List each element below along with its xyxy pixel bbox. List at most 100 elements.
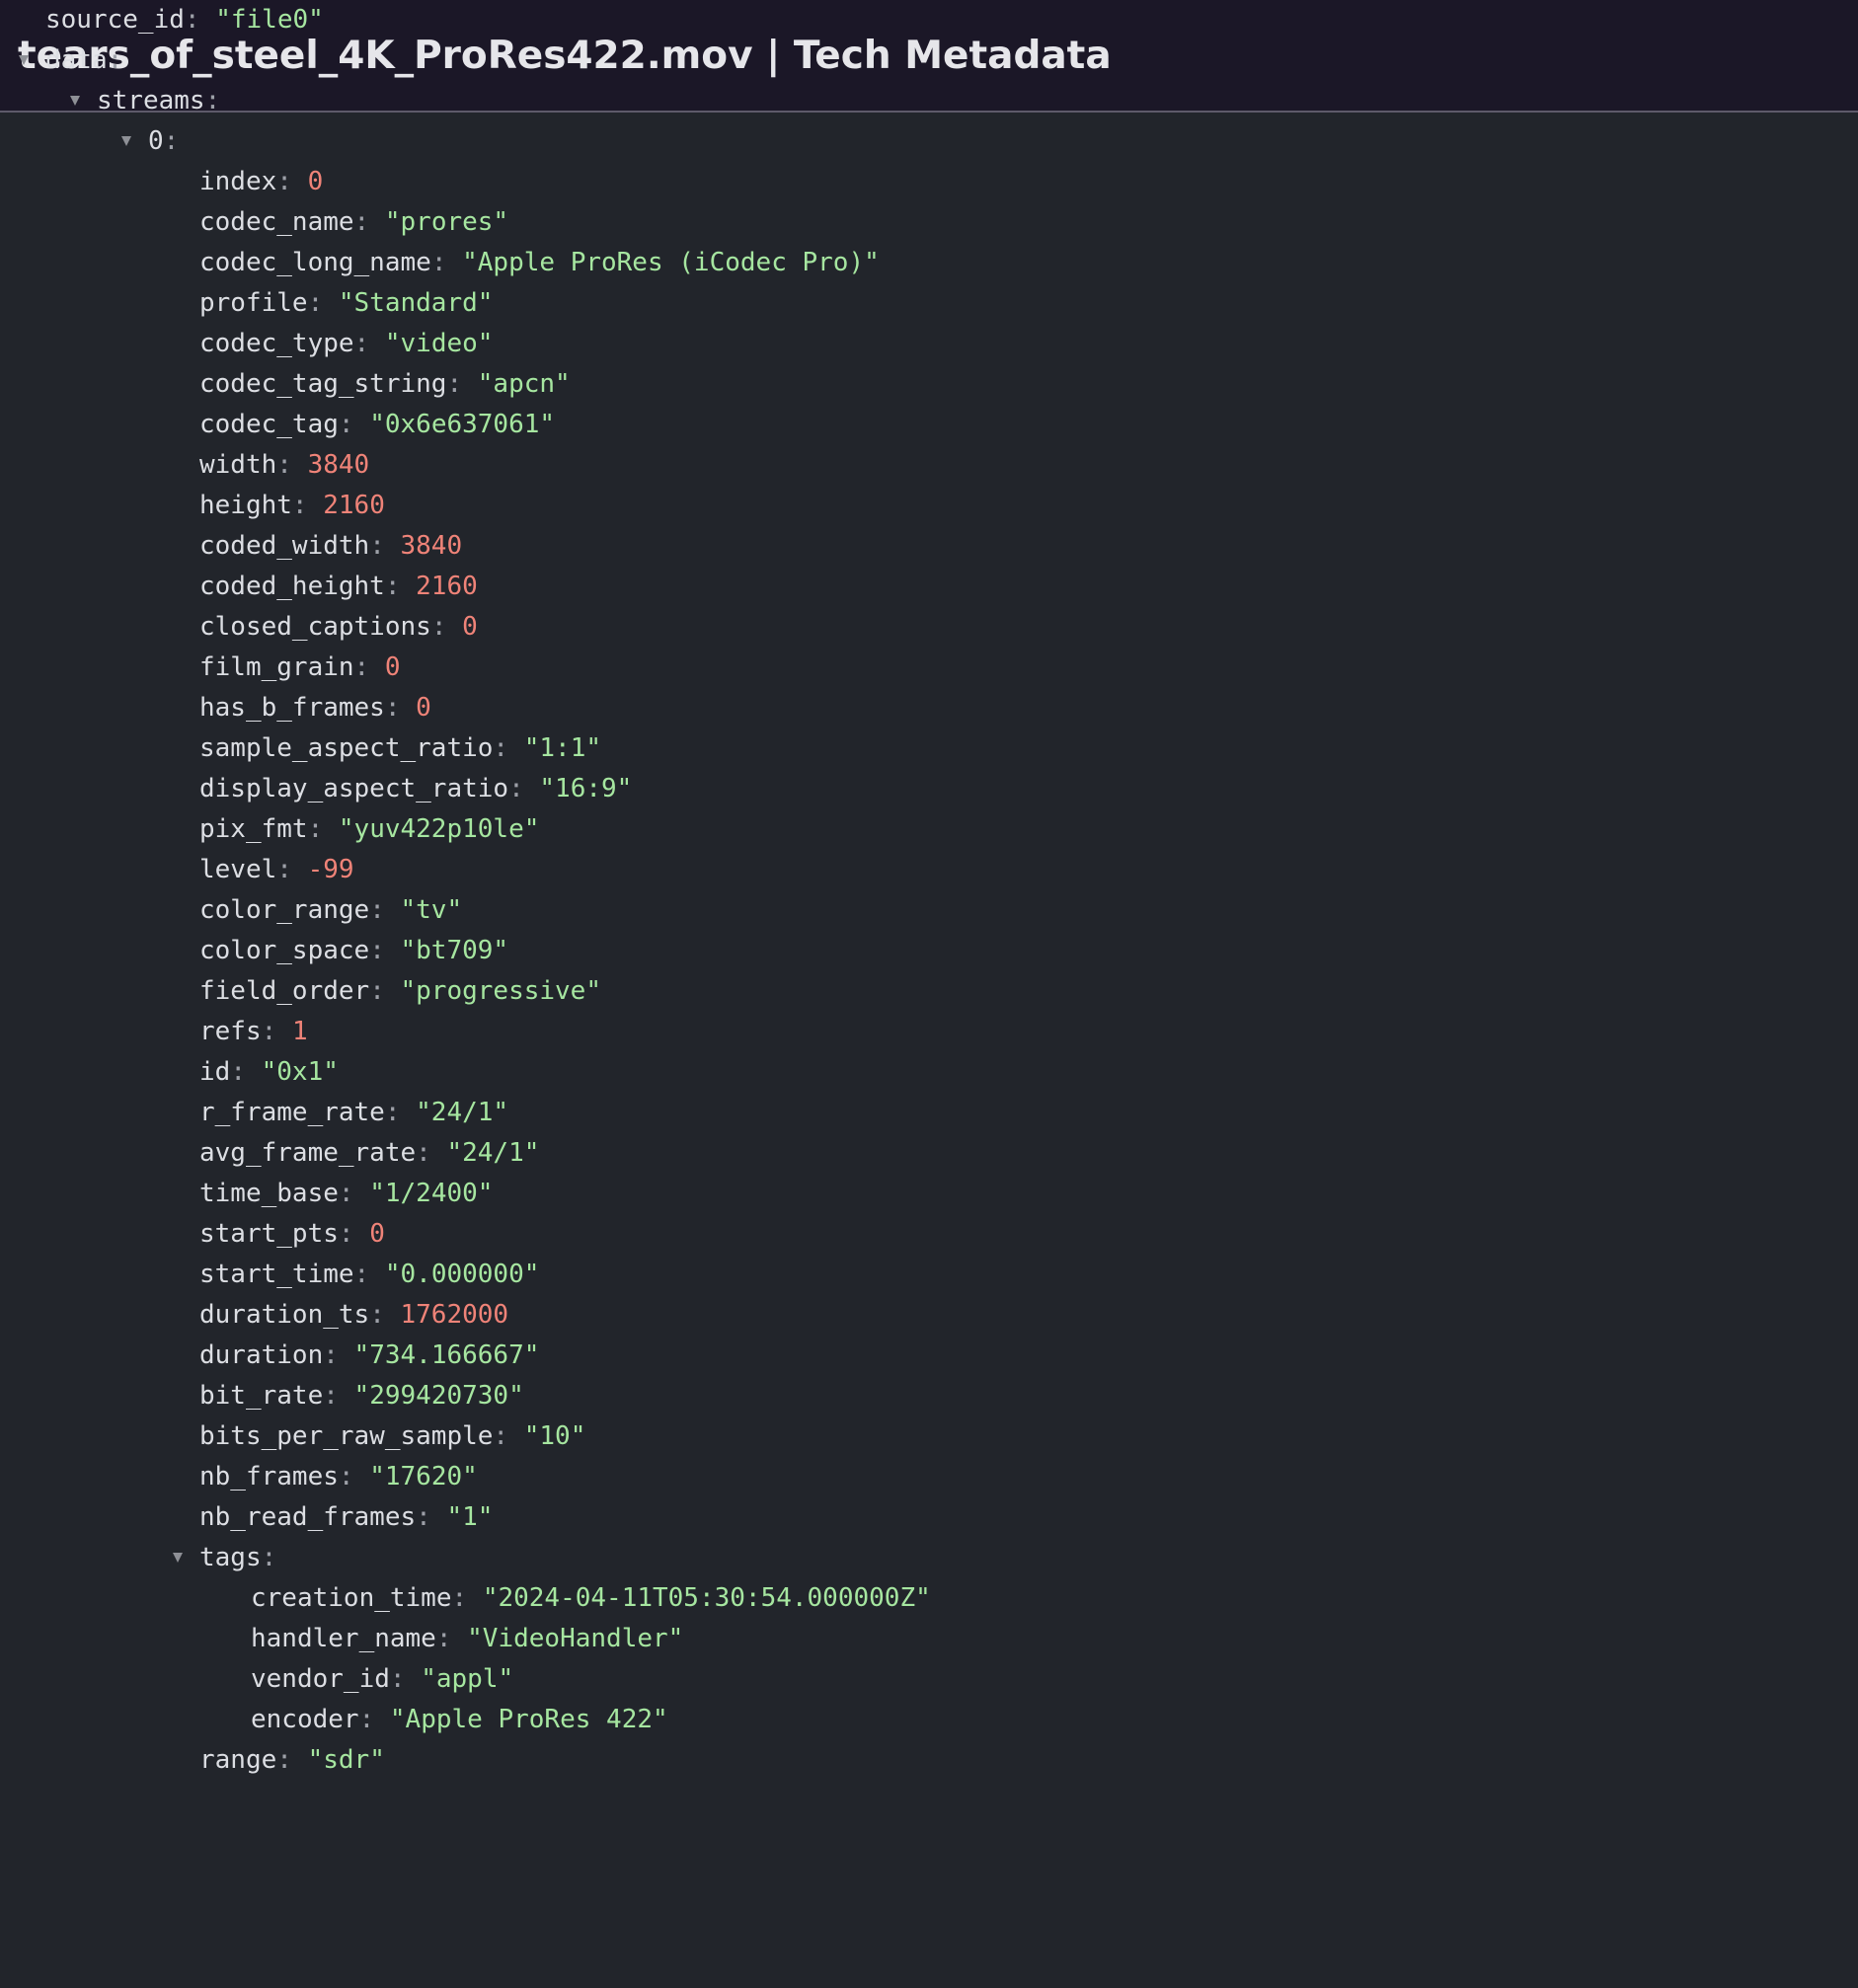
tree-row: codec_tag_string: "apcn" — [199, 364, 571, 405]
tree-key: codec_tag — [199, 410, 339, 439]
caret-down-icon[interactable] — [173, 1553, 183, 1563]
string-value: "sdr" — [307, 1745, 385, 1775]
tree-row: codec_tag: "0x6e637061" — [199, 405, 555, 445]
tree-row: height: 2160 — [199, 486, 385, 526]
tree-key: vendor_id — [251, 1664, 390, 1694]
tree-colon: : — [369, 531, 385, 561]
tree-key: tags — [199, 1543, 262, 1572]
string-value: "prores" — [384, 207, 509, 237]
tree-colon: : — [276, 450, 292, 480]
tree-node[interactable]: 0: — [121, 121, 180, 162]
string-value: "299420730" — [353, 1381, 524, 1411]
tree-key: profile — [199, 288, 308, 318]
caret-down-icon[interactable] — [70, 96, 80, 106]
tree-row: film_grain: 0 — [199, 648, 401, 688]
number-value: 0 — [462, 612, 478, 642]
tree-row: level: -99 — [199, 850, 354, 890]
number-value: 1762000 — [400, 1300, 509, 1330]
tree-row: codec_long_name: "Apple ProRes (iCodec P… — [199, 243, 880, 283]
number-value: 2160 — [416, 572, 478, 601]
tree-row: closed_captions: 0 — [199, 607, 478, 648]
string-value: "2024-04-11T05:30:54.000000Z" — [482, 1583, 931, 1613]
tree-key: coded_width — [199, 531, 370, 561]
string-value: "VideoHandler" — [467, 1624, 684, 1653]
number-value: 0 — [307, 167, 324, 196]
number-value: 3840 — [400, 531, 463, 561]
number-value: -99 — [307, 855, 354, 884]
string-value: "yuv422p10le" — [338, 814, 540, 844]
tree-colon: : — [384, 572, 401, 601]
tree-colon: : — [323, 1381, 339, 1411]
metadata-tree: source_id: "file0" data: streams: 0: index: … — [0, 5, 1858, 1775]
tree-key: codec_long_name — [199, 248, 431, 277]
string-value: "bt709" — [400, 936, 509, 965]
tree-key: pix_fmt — [199, 814, 308, 844]
tree-colon: : — [107, 45, 123, 75]
tree-colon: : — [416, 1502, 431, 1532]
string-value: "Standard" — [338, 288, 494, 318]
tree-row: sample_aspect_ratio: "1:1" — [199, 728, 601, 769]
tree-key: color_space — [199, 936, 370, 965]
number-value: 2160 — [323, 491, 385, 520]
tree-colon: : — [163, 126, 180, 156]
tree-row: id: "0x1" — [199, 1052, 339, 1093]
tree-key: time_base — [199, 1179, 339, 1208]
tree-key: display_aspect_ratio — [199, 774, 509, 803]
tree-colon: : — [230, 1057, 246, 1087]
tree-key: field_order — [199, 976, 370, 1006]
tree-row: pix_fmt: "yuv422p10le" — [199, 809, 539, 850]
tree-colon: : — [369, 895, 385, 925]
tree-colon: : — [416, 1138, 431, 1168]
number-value: 1 — [291, 1017, 308, 1046]
number-value: 0 — [369, 1219, 385, 1249]
tree-row: profile: "Standard" — [199, 283, 493, 324]
tree-row: duration: "734.166667" — [199, 1336, 539, 1376]
tree-row: time_base: "1/2400" — [199, 1174, 493, 1214]
tree-key: bit_rate — [199, 1381, 324, 1411]
tree-key: coded_height — [199, 572, 385, 601]
string-value: "0x6e637061" — [369, 410, 556, 439]
tree-key: width — [199, 450, 277, 480]
tree-colon: : — [384, 693, 401, 723]
string-value: "apcn" — [477, 369, 571, 399]
tree-row: field_order: "progressive" — [199, 971, 601, 1012]
tree-row: creation_time: "2024-04-11T05:30:54.0000… — [251, 1578, 931, 1619]
tree-row: coded_width: 3840 — [199, 526, 462, 567]
tree-key: avg_frame_rate — [199, 1138, 417, 1168]
string-value: "Apple ProRes (iCodec Pro)" — [462, 248, 880, 277]
tree-row: codec_type: "video" — [199, 324, 493, 364]
tree-colon: : — [184, 5, 200, 35]
string-value: "17620" — [369, 1462, 478, 1491]
tree-key: codec_type — [199, 329, 354, 358]
tree-node[interactable]: data: — [19, 40, 123, 81]
tree-key: has_b_frames — [199, 693, 385, 723]
string-value: "tv" — [400, 895, 463, 925]
tree-key: start_pts — [199, 1219, 339, 1249]
tree-key: closed_captions — [199, 612, 431, 642]
tree-key: duration_ts — [199, 1300, 370, 1330]
caret-down-icon[interactable] — [121, 136, 131, 146]
tree-key: bits_per_raw_sample — [199, 1421, 494, 1451]
tree-row: color_space: "bt709" — [199, 931, 508, 971]
tree-key: data — [45, 45, 108, 75]
tree-node[interactable]: tags: — [173, 1538, 276, 1578]
tree-key: duration — [199, 1340, 324, 1370]
tree-key: streams — [97, 86, 205, 115]
string-value: "Apple ProRes 422" — [389, 1705, 668, 1734]
tree-row: encoder: "Apple ProRes 422" — [251, 1700, 668, 1740]
tree-colon: : — [369, 1300, 385, 1330]
tree-row: source_id: "file0" — [45, 0, 324, 40]
tree-key: nb_read_frames — [199, 1502, 417, 1532]
tree-key: handler_name — [251, 1624, 436, 1653]
tree-key: film_grain — [199, 652, 354, 682]
string-value: "progressive" — [400, 976, 602, 1006]
tree-colon: : — [276, 1745, 292, 1775]
tree-colon: : — [261, 1017, 277, 1046]
tree-key: level — [199, 855, 277, 884]
tree-node[interactable]: streams: — [70, 81, 220, 121]
tree-row: vendor_id: "appl" — [251, 1659, 513, 1700]
tree-key: creation_time — [251, 1583, 452, 1613]
tree-colon: : — [493, 1421, 509, 1451]
tree-row: width: 3840 — [199, 445, 369, 486]
caret-down-icon[interactable] — [19, 55, 29, 65]
